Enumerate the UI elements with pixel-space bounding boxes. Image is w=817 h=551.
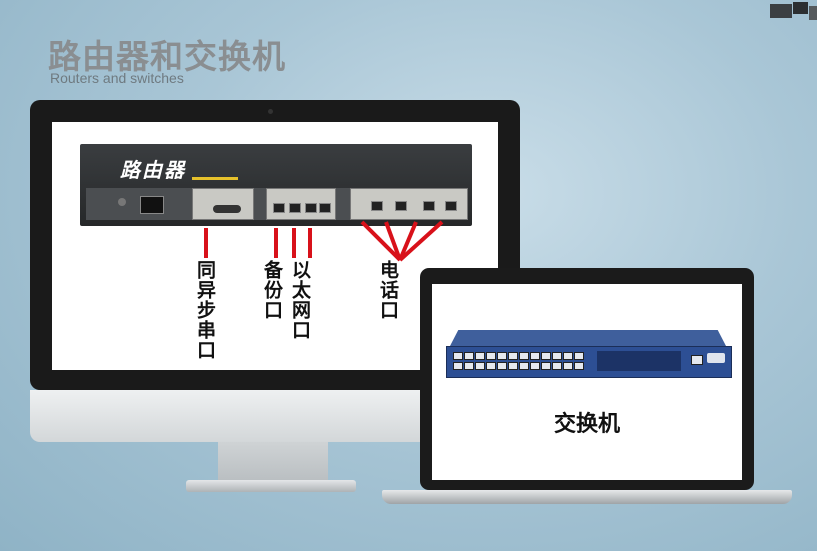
switch-port (574, 362, 584, 370)
backup-pointer-line (274, 228, 278, 258)
switch-port (486, 352, 496, 360)
serial-connector (213, 205, 241, 213)
switch-port (475, 362, 485, 370)
switch-port (464, 362, 474, 370)
phone-port-4 (445, 201, 457, 211)
ethernet-port-label: 以太网口 (289, 260, 311, 340)
phone-port-2 (395, 201, 407, 211)
phone-module (350, 188, 468, 220)
monitor-stand-neck (218, 442, 328, 482)
switch-port (475, 352, 485, 360)
phone-port-1 (371, 201, 383, 211)
switch-port (497, 362, 507, 370)
ethernet-port-2 (305, 203, 317, 213)
serial-module (192, 188, 254, 220)
switch-port (530, 362, 540, 370)
switch-port (453, 352, 463, 360)
switch-port (464, 352, 474, 360)
router-brand-strip (192, 177, 238, 180)
switch-port (541, 352, 551, 360)
ethernet-port-3 (319, 203, 331, 213)
router-label: 路由器 (120, 158, 186, 182)
ethernet-pointer-line-2 (308, 228, 312, 258)
switch-port (552, 362, 562, 370)
switch-port-bank (453, 350, 591, 372)
switch-port (519, 362, 529, 370)
power-switch (118, 198, 126, 206)
ethernet-port-1 (289, 203, 301, 213)
switch-port (508, 352, 518, 360)
page-subtitle: Routers and switches (50, 70, 184, 86)
sync-serial-port-label: 同异步串口 (194, 260, 216, 360)
router-device: 路由器 (80, 144, 472, 226)
laptop-screen: 交换机 (432, 284, 742, 480)
switch-port (563, 362, 573, 370)
corner-logo-icon (770, 2, 817, 20)
switch-port (563, 352, 573, 360)
switch-front-panel (446, 346, 732, 378)
phone-port-3 (423, 201, 435, 211)
laptop: 交换机 (420, 268, 754, 490)
switch-port (519, 352, 529, 360)
phone-pointer-lines (360, 220, 444, 262)
switch-port (508, 362, 518, 370)
backup-port (273, 203, 285, 213)
switch-port (486, 362, 496, 370)
switch-port (453, 362, 463, 370)
switch-device (446, 330, 732, 384)
monitor-stand-base (186, 480, 356, 492)
power-socket (140, 196, 164, 214)
switch-port (574, 352, 584, 360)
switch-label: 交换机 (553, 412, 620, 437)
switch-port (541, 362, 551, 370)
phone-port-label: 电话口 (377, 260, 399, 320)
switch-port (497, 352, 507, 360)
switch-port (552, 352, 562, 360)
switch-port (530, 352, 540, 360)
switch-panel-slot (597, 351, 681, 371)
switch-brand-badge (707, 353, 725, 363)
ethernet-module (266, 188, 336, 220)
switch-top-face (450, 330, 726, 346)
ethernet-pointer-line-1 (292, 228, 296, 258)
switch-console-port (691, 355, 703, 365)
backup-port-label: 备份口 (261, 260, 283, 320)
laptop-base (382, 490, 792, 504)
camera-dot (268, 109, 273, 114)
serial-pointer-line (204, 228, 208, 258)
